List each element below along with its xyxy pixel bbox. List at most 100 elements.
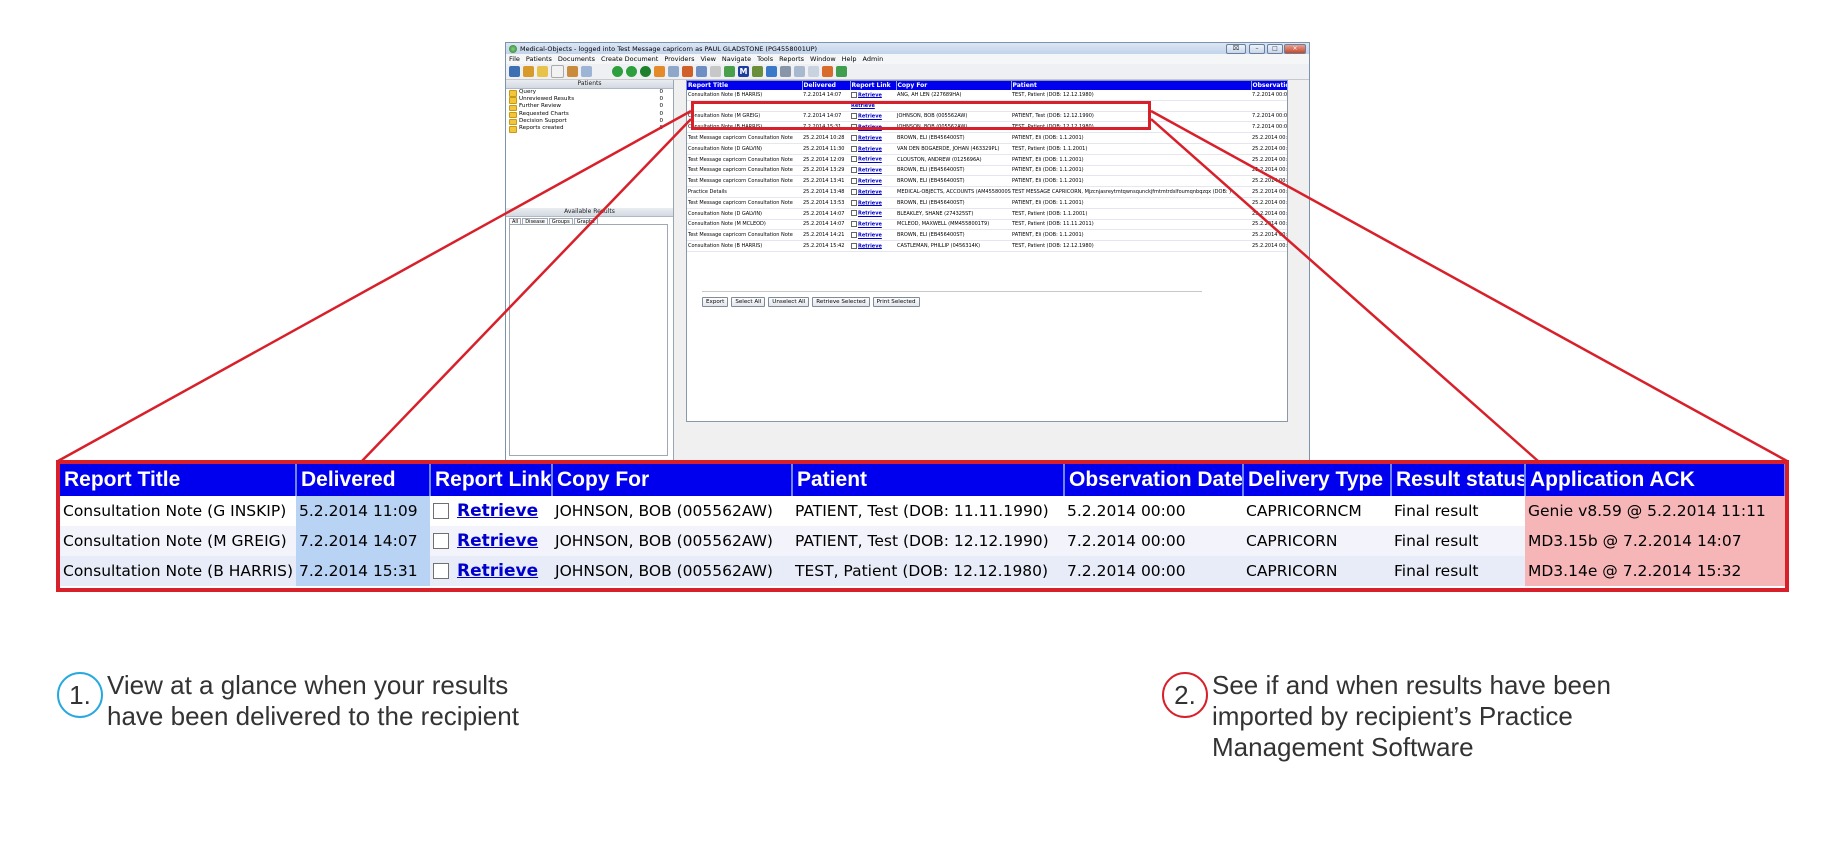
col-report-title[interactable]: Report Title bbox=[687, 81, 803, 90]
refresh-icon[interactable] bbox=[640, 66, 651, 77]
folder-requested-charts[interactable]: Requested Charts 0 bbox=[506, 111, 673, 119]
table-row[interactable]: Consultation Note (M MCLEOD) 25.2.2014 14… bbox=[687, 219, 1287, 231]
table-row[interactable]: Practice Details 25.2.2014 13:48 Retrieve M… bbox=[687, 186, 1287, 198]
table-row[interactable]: Consultation Note (B HARRIS) 25.2.2014 15… bbox=[687, 240, 1287, 252]
col-report-link[interactable]: Report Link bbox=[850, 81, 897, 90]
retrieve-link[interactable]: Retrieve bbox=[858, 157, 882, 163]
folder-query[interactable]: Query 0 bbox=[506, 89, 673, 97]
menu-file[interactable]: File bbox=[509, 55, 520, 63]
arrows-icon[interactable] bbox=[567, 66, 578, 77]
maximize-button[interactable]: □ bbox=[1267, 44, 1283, 54]
zoom-col-delivered[interactable]: Delivered bbox=[296, 464, 431, 496]
row-checkbox[interactable] bbox=[433, 533, 449, 549]
retrieve-link[interactable]: Retrieve bbox=[858, 222, 882, 228]
row-checkbox[interactable] bbox=[851, 145, 857, 152]
menu-help[interactable]: Help bbox=[842, 55, 857, 63]
folder-reports-created[interactable]: Reports created 0 bbox=[506, 125, 673, 133]
retrieve-link[interactable]: Retrieve bbox=[858, 189, 882, 195]
patient-list-icon[interactable] bbox=[509, 66, 520, 77]
row-checkbox[interactable] bbox=[851, 232, 857, 238]
find-patient-icon[interactable] bbox=[523, 66, 534, 77]
zoom-col-report-title[interactable]: Report Title bbox=[60, 464, 297, 496]
row-checkbox[interactable] bbox=[851, 167, 857, 174]
unselect-all-button[interactable]: Unselect All bbox=[768, 297, 810, 307]
retrieve-link[interactable]: Retrieve bbox=[457, 501, 538, 521]
forward-icon[interactable] bbox=[626, 66, 637, 77]
folder-unreviewed-results[interactable]: Unreviewed Results 0 bbox=[506, 96, 673, 104]
retrieve-link[interactable]: Retrieve bbox=[858, 211, 882, 217]
zoom-col-delivery-type[interactable]: Delivery Type bbox=[1243, 464, 1392, 496]
medical-objects-icon[interactable]: M bbox=[738, 66, 749, 77]
row-checkbox[interactable] bbox=[851, 199, 857, 206]
new-document-icon[interactable] bbox=[551, 65, 564, 78]
table-row[interactable]: Consultation Note (B HARRIS) 7.2.2014 15… bbox=[60, 556, 1785, 586]
row-checkbox[interactable] bbox=[851, 91, 857, 98]
zoom-col-copy-for[interactable]: Copy For bbox=[552, 464, 793, 496]
menu-admin[interactable]: Admin bbox=[863, 55, 884, 63]
menu-tools[interactable]: Tools bbox=[757, 55, 773, 63]
row-checkbox[interactable] bbox=[851, 242, 857, 249]
table-row[interactable]: Test Message capricorn Consultation Note… bbox=[687, 197, 1287, 209]
tools-icon[interactable] bbox=[682, 66, 693, 77]
col-patient[interactable]: Patient bbox=[1011, 81, 1252, 90]
minimize-button[interactable]: – bbox=[1249, 44, 1265, 54]
zoom-col-application-ack[interactable]: Application ACK bbox=[1525, 464, 1785, 496]
retrieve-link[interactable]: Retrieve bbox=[858, 92, 882, 98]
settings-icon[interactable] bbox=[822, 66, 833, 77]
table-row[interactable]: Test Message capricorn Consultation Note… bbox=[687, 154, 1287, 166]
search-icon[interactable] bbox=[581, 66, 592, 77]
retrieve-link[interactable]: Retrieve bbox=[858, 146, 882, 152]
export-button[interactable]: Export bbox=[702, 297, 729, 307]
table-row[interactable]: Consultation Note (D GALVIN) 25.2.2014 14… bbox=[687, 208, 1287, 220]
print-selected-button[interactable]: Print Selected bbox=[872, 297, 920, 307]
retrieve-link[interactable]: Retrieve bbox=[858, 135, 882, 141]
table-row[interactable]: Test Message capricorn Consultation Note… bbox=[687, 229, 1287, 242]
retrieve-link[interactable]: Retrieve bbox=[858, 233, 882, 239]
folder-further-review[interactable]: Further Review 0 bbox=[506, 103, 673, 112]
col-observation-date[interactable]: Observation Da bbox=[1251, 81, 1288, 90]
zoom-col-result-status[interactable]: Result status bbox=[1391, 464, 1526, 496]
zoom-col-report-link[interactable]: Report Link bbox=[430, 464, 553, 496]
folder-decision-support[interactable]: Decision Support 0 bbox=[506, 118, 673, 126]
retrieve-link[interactable]: Retrieve bbox=[858, 179, 882, 185]
restore-icon[interactable]: ⌧ bbox=[1226, 44, 1246, 54]
menu-reports[interactable]: Reports bbox=[779, 55, 804, 63]
row-checkbox[interactable] bbox=[851, 156, 857, 163]
menu-documents[interactable]: Documents bbox=[558, 55, 595, 63]
close-button[interactable]: × bbox=[1284, 44, 1306, 54]
menu-providers[interactable]: Providers bbox=[664, 55, 694, 63]
word-icon[interactable] bbox=[696, 66, 707, 77]
col-delivered[interactable]: Delivered bbox=[802, 81, 851, 90]
menu-create-document[interactable]: Create Document bbox=[601, 55, 658, 63]
copy-icon[interactable] bbox=[794, 66, 805, 77]
retrieve-link[interactable]: Retrieve bbox=[858, 200, 882, 206]
retrieve-selected-button[interactable]: Retrieve Selected bbox=[812, 297, 870, 307]
retrieve-link[interactable]: Retrieve bbox=[457, 531, 538, 551]
retrieve-link[interactable]: Retrieve bbox=[457, 561, 538, 581]
available-results-list[interactable] bbox=[509, 224, 668, 456]
zoom-col-observation-date[interactable]: Observation Date bbox=[1064, 464, 1244, 496]
row-checkbox[interactable] bbox=[433, 563, 449, 579]
table-row[interactable]: Consultation Note (G INSKIP) 5.2.2014 11… bbox=[60, 496, 1785, 526]
retrieve-link[interactable]: Retrieve bbox=[858, 168, 882, 174]
col-copy-for[interactable]: Copy For bbox=[896, 81, 1012, 90]
tick-icon[interactable] bbox=[836, 66, 847, 77]
row-checkbox[interactable] bbox=[851, 210, 857, 217]
table-row[interactable]: Consultation Note (M GREIG) 7.2.2014 14:… bbox=[60, 526, 1785, 556]
magnifier-icon[interactable] bbox=[710, 66, 721, 77]
table-row[interactable]: Test Message capricorn Consultation Note… bbox=[687, 175, 1287, 188]
pen-icon[interactable] bbox=[668, 66, 679, 77]
check-icon[interactable] bbox=[724, 66, 735, 77]
table-row[interactable]: Consultation Note (D GALVIN) 25.2.2014 11… bbox=[687, 143, 1287, 155]
diamond-icon[interactable] bbox=[766, 66, 777, 77]
notes-icon[interactable] bbox=[654, 66, 665, 77]
table-row[interactable]: Test Message capricorn Consultation Note… bbox=[687, 165, 1287, 177]
globe-icon[interactable] bbox=[752, 66, 763, 77]
menu-patients[interactable]: Patients bbox=[526, 55, 552, 63]
clipboard-icon[interactable] bbox=[808, 66, 819, 77]
row-checkbox[interactable] bbox=[851, 221, 857, 228]
open-folder-icon[interactable] bbox=[537, 66, 548, 77]
row-checkbox[interactable] bbox=[851, 178, 857, 185]
menu-window[interactable]: Window bbox=[810, 55, 836, 63]
zoom-col-patient[interactable]: Patient bbox=[792, 464, 1065, 496]
